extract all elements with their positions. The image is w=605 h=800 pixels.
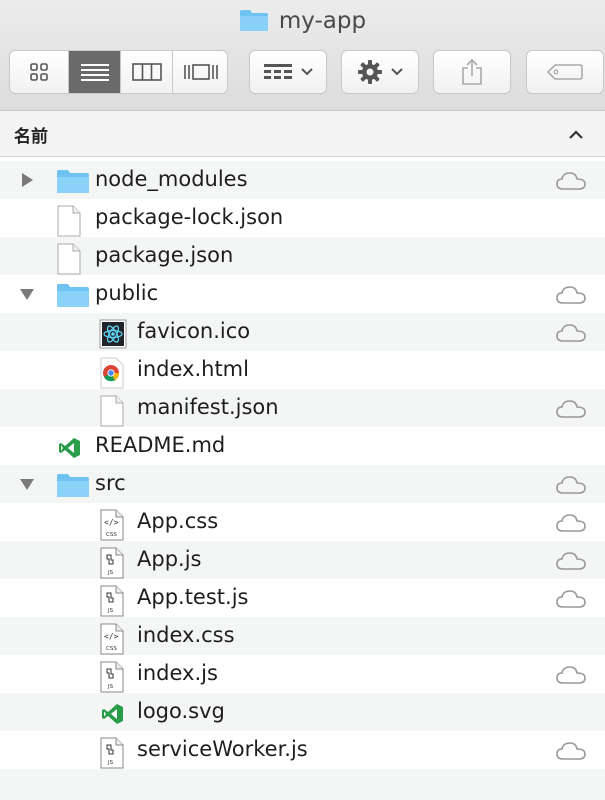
file-row-manifest-json[interactable]: manifest.json xyxy=(0,389,605,427)
file-name: serviceWorker.js xyxy=(137,737,308,761)
disclosure-triangle-down-icon[interactable] xyxy=(19,286,35,302)
file-row-index-css[interactable]: </> CSS index.css xyxy=(0,617,605,655)
disclosure-triangle-right-icon[interactable] xyxy=(19,172,35,188)
file-name: package.json xyxy=(95,243,234,267)
file-row-readme-md[interactable]: README.md xyxy=(0,427,605,465)
column-header[interactable]: 名前 xyxy=(0,111,605,157)
sort-ascending-icon[interactable] xyxy=(568,126,584,145)
tag-button[interactable] xyxy=(526,50,604,94)
file-name: README.md xyxy=(95,433,226,457)
list-view-button[interactable] xyxy=(69,51,121,93)
group-by-icon xyxy=(263,64,292,79)
svg-text:</>: </> xyxy=(104,632,119,641)
js-file-icon: JS xyxy=(99,585,125,621)
icloud-status-icon xyxy=(555,398,587,424)
chevron-down-icon xyxy=(390,68,403,76)
window-titlebar: my-app xyxy=(0,0,605,111)
svg-text:JS: JS xyxy=(107,760,114,766)
icloud-status-icon xyxy=(555,664,587,690)
folder-icon xyxy=(56,168,90,198)
folder-icon xyxy=(56,472,90,502)
react-icon xyxy=(99,319,127,353)
file-name: App.test.js xyxy=(137,585,249,609)
chrome-icon xyxy=(99,357,125,393)
file-name: App.css xyxy=(137,509,219,533)
list-view-icon xyxy=(80,64,109,81)
icloud-status-icon xyxy=(555,322,587,348)
js-file-icon: JS xyxy=(99,547,125,583)
file-row-node-modules[interactable]: node_modules xyxy=(0,161,605,199)
file-row-app-css[interactable]: </> CSS App.css xyxy=(0,503,605,541)
file-name: logo.svg xyxy=(137,699,225,723)
gallery-view-button[interactable] xyxy=(173,51,227,93)
column-view-button[interactable] xyxy=(121,51,173,93)
svg-text:CSS: CSS xyxy=(106,646,117,652)
file-row-public[interactable]: public xyxy=(0,275,605,313)
file-row-src[interactable]: src xyxy=(0,465,605,503)
gallery-view-icon xyxy=(184,64,218,80)
svg-text:JS: JS xyxy=(107,684,114,690)
icloud-status-icon xyxy=(555,284,587,310)
icloud-status-icon xyxy=(555,170,587,196)
action-button[interactable] xyxy=(341,50,419,94)
file-row-package-json[interactable]: package.json xyxy=(0,237,605,275)
file-name: package-lock.json xyxy=(95,205,284,229)
share-button[interactable] xyxy=(433,50,511,94)
file-name: index.html xyxy=(137,357,249,381)
document-icon xyxy=(99,395,125,431)
window-title: my-app xyxy=(0,8,605,38)
js-file-icon: JS xyxy=(99,661,125,697)
svg-text:CSS: CSS xyxy=(106,532,117,538)
svg-text:JS: JS xyxy=(107,608,114,614)
file-row-index-js[interactable]: JS index.js xyxy=(0,655,605,693)
file-row-app-js[interactable]: JS App.js xyxy=(0,541,605,579)
folder-icon xyxy=(239,8,269,38)
folder-icon xyxy=(56,282,90,312)
group-by-button[interactable] xyxy=(249,50,327,94)
icloud-status-icon xyxy=(555,512,587,538)
vscode-icon xyxy=(56,433,82,467)
disclosure-triangle-down-icon[interactable] xyxy=(19,476,35,492)
view-mode-segmented-control xyxy=(9,50,228,94)
file-name: manifest.json xyxy=(137,395,279,419)
document-icon xyxy=(56,205,82,241)
icloud-status-icon xyxy=(555,550,587,576)
file-row-index-html[interactable]: index.html xyxy=(0,351,605,389)
css-file-icon: </> CSS xyxy=(99,623,125,659)
window-title-text: my-app xyxy=(278,8,367,34)
empty-row-area xyxy=(0,769,605,800)
file-name: index.css xyxy=(137,623,235,647)
file-name: App.js xyxy=(137,547,202,571)
file-name: src xyxy=(95,471,126,495)
document-icon xyxy=(56,243,82,279)
js-file-icon: JS xyxy=(99,737,125,773)
icon-view-icon xyxy=(30,63,48,81)
file-row-app-test-js[interactable]: JS App.test.js xyxy=(0,579,605,617)
name-column-header[interactable]: 名前 xyxy=(14,122,48,147)
column-view-icon xyxy=(131,63,162,81)
icloud-status-icon xyxy=(555,588,587,614)
svg-text:JS: JS xyxy=(107,570,114,576)
file-name: favicon.ico xyxy=(137,319,251,343)
vscode-icon xyxy=(99,699,125,733)
file-name: index.js xyxy=(137,661,218,685)
file-row-package-lock-json[interactable]: package-lock.json xyxy=(0,199,605,237)
icon-view-button[interactable] xyxy=(10,51,69,93)
file-row-favicon-ico[interactable]: favicon.ico xyxy=(0,313,605,351)
css-file-icon: </> CSS xyxy=(99,509,125,545)
file-row-serviceworker-js[interactable]: JS serviceWorker.js xyxy=(0,731,605,769)
chevron-down-icon xyxy=(300,68,313,76)
file-name: node_modules xyxy=(95,167,248,191)
share-icon xyxy=(462,58,482,85)
icloud-status-icon xyxy=(555,474,587,500)
file-list: node_modules package-lock.json package.jso… xyxy=(0,161,605,769)
svg-text:</>: </> xyxy=(104,518,119,527)
icloud-status-icon xyxy=(555,740,587,766)
file-row-logo-svg[interactable]: logo.svg xyxy=(0,693,605,731)
gear-icon xyxy=(357,60,382,84)
file-name: public xyxy=(95,281,159,305)
tag-icon xyxy=(547,64,583,80)
